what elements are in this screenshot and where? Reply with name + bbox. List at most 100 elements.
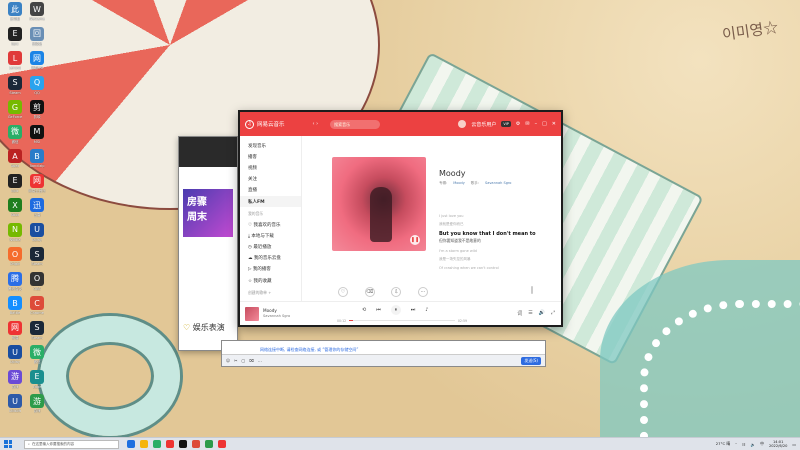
volume-icon[interactable]: 🔊 <box>539 310 545 317</box>
more-icon[interactable]: … <box>258 358 262 363</box>
minimize-icon[interactable]: – <box>535 121 538 127</box>
speaker-icon[interactable]: 🔈 <box>750 442 755 447</box>
network-icon[interactable]: ☷ <box>742 442 745 447</box>
desktop-icon[interactable]: 微微信 <box>26 345 48 371</box>
user-avatar[interactable] <box>458 120 467 128</box>
desktop-icon[interactable]: 剪剪映 <box>26 100 48 126</box>
sidebar-item-local[interactable]: ⤓ 本地与下载 <box>240 230 301 241</box>
album-link[interactable]: Moody <box>453 181 465 186</box>
desktop-icon[interactable]: 游游戏 <box>4 369 26 396</box>
sidebar-item-follow[interactable]: 关注 <box>240 174 301 185</box>
desktop-icon[interactable]: G GeForce <box>4 100 26 126</box>
mail-icon[interactable]: ✉ <box>525 121 529 127</box>
desktop-icon[interactable]: W WeGame <box>26 2 48 28</box>
desktop-icon[interactable]: 游游戏 <box>26 394 48 420</box>
chat-banner[interactable]: 网络连接中断, 请检查网络连接, 或 “管理你的存储空间” <box>260 347 359 353</box>
desktop-icon[interactable]: 腾腾讯会议 <box>4 271 26 298</box>
progress-bar[interactable]: 00:12 02:59 <box>337 318 467 323</box>
next-icon[interactable]: ⇩ <box>391 287 402 297</box>
artist-link[interactable]: Savannah Sgro <box>485 181 511 186</box>
ime-lang[interactable]: 中 <box>760 441 764 447</box>
background-window-promo[interactable]: 房骤 周末 <box>183 189 233 237</box>
desktop-icon[interactable]: E Epic <box>4 173 26 200</box>
search-input[interactable]: 搜索音乐 <box>330 119 381 129</box>
desktop-icon[interactable]: B Bandizip <box>26 149 48 175</box>
playlist-icon[interactable]: ☰ <box>528 310 532 317</box>
sidebar-item-cloud[interactable]: ☁ 我的音乐云盘 <box>240 253 301 264</box>
desktop-icon[interactable]: 微微信 <box>4 124 26 151</box>
desktop-icon[interactable]: 迅迅雷 <box>26 198 48 224</box>
desktop-icon[interactable]: S Steam <box>26 247 48 273</box>
settings-icon[interactable]: ⚙ <box>516 121 520 127</box>
desktop-icon[interactable]: 网网易 <box>4 320 26 347</box>
sidebar-item-recent[interactable]: ◷ 最近播放 <box>240 242 301 253</box>
close-icon[interactable]: ✕ <box>552 121 556 127</box>
taskbar-app-icon[interactable] <box>218 440 226 448</box>
sidebar-item-live[interactable]: 直播 <box>240 185 301 196</box>
desktop-icon[interactable]: C Chrome <box>26 296 48 322</box>
maximize-icon[interactable]: □ <box>542 121 547 127</box>
desktop-icon[interactable]: S Steam <box>26 320 48 347</box>
desktop-icon[interactable]: 此此电脑 <box>4 2 26 28</box>
taskbar-app-icon[interactable] <box>153 440 161 448</box>
sidebar-item-discover[interactable]: 发现音乐 <box>240 140 301 151</box>
progress-track[interactable] <box>349 320 455 321</box>
taskbar-app-icon[interactable] <box>205 440 213 448</box>
desktop-icon[interactable]: O Origin <box>4 247 26 273</box>
desktop-icon[interactable]: Q QQ <box>26 75 48 102</box>
tray-arrow-icon[interactable]: ˄ <box>735 442 737 447</box>
desktop-icon[interactable]: A Apex <box>4 149 26 175</box>
taskbar-app-icon[interactable] <box>179 440 187 448</box>
desktop-icon[interactable]: 回回收站 <box>26 26 48 53</box>
desktop-icon[interactable]: U Uplay <box>4 345 26 371</box>
prev-icon[interactable]: ⏮ <box>376 307 381 313</box>
desktop-icon[interactable]: E Edge <box>26 369 48 396</box>
desktop-icon[interactable]: X Xbox <box>4 198 26 224</box>
desktop-icon[interactable]: O OBS <box>26 271 48 298</box>
image-icon[interactable]: ⌧ <box>249 358 254 363</box>
lyrics-scrollbar[interactable] <box>531 286 533 294</box>
scissors-icon[interactable]: ✂ <box>234 358 237 363</box>
sidebar-item-video[interactable]: 视频 <box>240 162 301 173</box>
folder-icon[interactable]: ▢ <box>242 358 246 363</box>
start-button[interactable] <box>4 440 12 448</box>
chat-window[interactable]: 网络连接中断, 请检查网络连接, 或 “管理你的存储空间” ☺ ✂ ▢ ⌧ … … <box>221 340 546 367</box>
taskbar-app-icon[interactable] <box>192 440 200 448</box>
taskbar-app-icon[interactable] <box>127 440 135 448</box>
sidebar-item-my-podcast[interactable]: ▷ 我的播客 <box>240 264 301 275</box>
vip-badge[interactable]: VIP <box>501 121 511 127</box>
like-icon[interactable]: ♡ <box>338 287 348 297</box>
trash-icon[interactable]: ⌫ <box>364 287 375 297</box>
album-cover[interactable]: ❚❚ <box>332 157 426 251</box>
taskbar-app-icon[interactable] <box>140 440 148 448</box>
mini-cover[interactable] <box>245 306 259 321</box>
desktop-icon[interactable]: U Ubisoft <box>4 394 26 420</box>
pause-icon[interactable]: ❚❚ <box>410 235 420 245</box>
desktop-icon[interactable]: 网网易UU <box>26 51 48 77</box>
notification-icon[interactable]: ▭ <box>792 442 796 447</box>
desktop-icon[interactable]: B Battle <box>4 296 26 322</box>
desktop-icon[interactable]: N Nvidia <box>4 222 26 249</box>
sidebar-item-private-fm[interactable]: 私人FM <box>240 195 301 208</box>
background-window[interactable]: 房骤 周末 ♡ 娱乐表演 <box>178 136 238 351</box>
taskbar-search[interactable]: ⌕ 在这里输入你要搜索的内容 <box>24 439 119 449</box>
desktop-icon[interactable]: M MSI <box>26 124 48 151</box>
sidebar-section-created[interactable]: 创建的歌单 + <box>240 286 301 298</box>
back-forward-buttons[interactable]: ‹ › <box>313 121 319 127</box>
desktop-icon[interactable]: 网网易云音乐 <box>26 173 48 200</box>
expand-icon[interactable]: ⤢ <box>551 310 555 317</box>
desktop-icon[interactable]: E Epic <box>4 26 26 53</box>
taskbar-app-icon[interactable] <box>166 440 174 448</box>
weather[interactable]: 27°C 晴 <box>716 441 730 447</box>
loop-icon[interactable]: ⟲ <box>362 307 366 313</box>
emoji-icon[interactable]: ☺ <box>226 358 230 363</box>
lyrics-toggle-icon[interactable]: 词 <box>517 310 522 317</box>
user-name[interactable]: 云音乐用户 <box>471 121 496 128</box>
music-app-window[interactable]: ♫ 网易云音乐 ‹ › 搜索音乐 云音乐用户 VIP ⚙ ✉ – □ ✕ 发现音… <box>238 110 563 327</box>
player-artist[interactable]: Savannah Sgro <box>263 314 290 319</box>
sidebar-item-liked[interactable]: ♡ 我喜欢的音乐 <box>240 219 301 230</box>
desktop-icon[interactable]: U Uplay <box>26 222 48 249</box>
next-track-icon[interactable]: ⏭ <box>411 307 416 313</box>
desktop-icon[interactable]: L Lenovo <box>4 51 26 77</box>
more-icon[interactable]: ⋯ <box>417 287 428 297</box>
